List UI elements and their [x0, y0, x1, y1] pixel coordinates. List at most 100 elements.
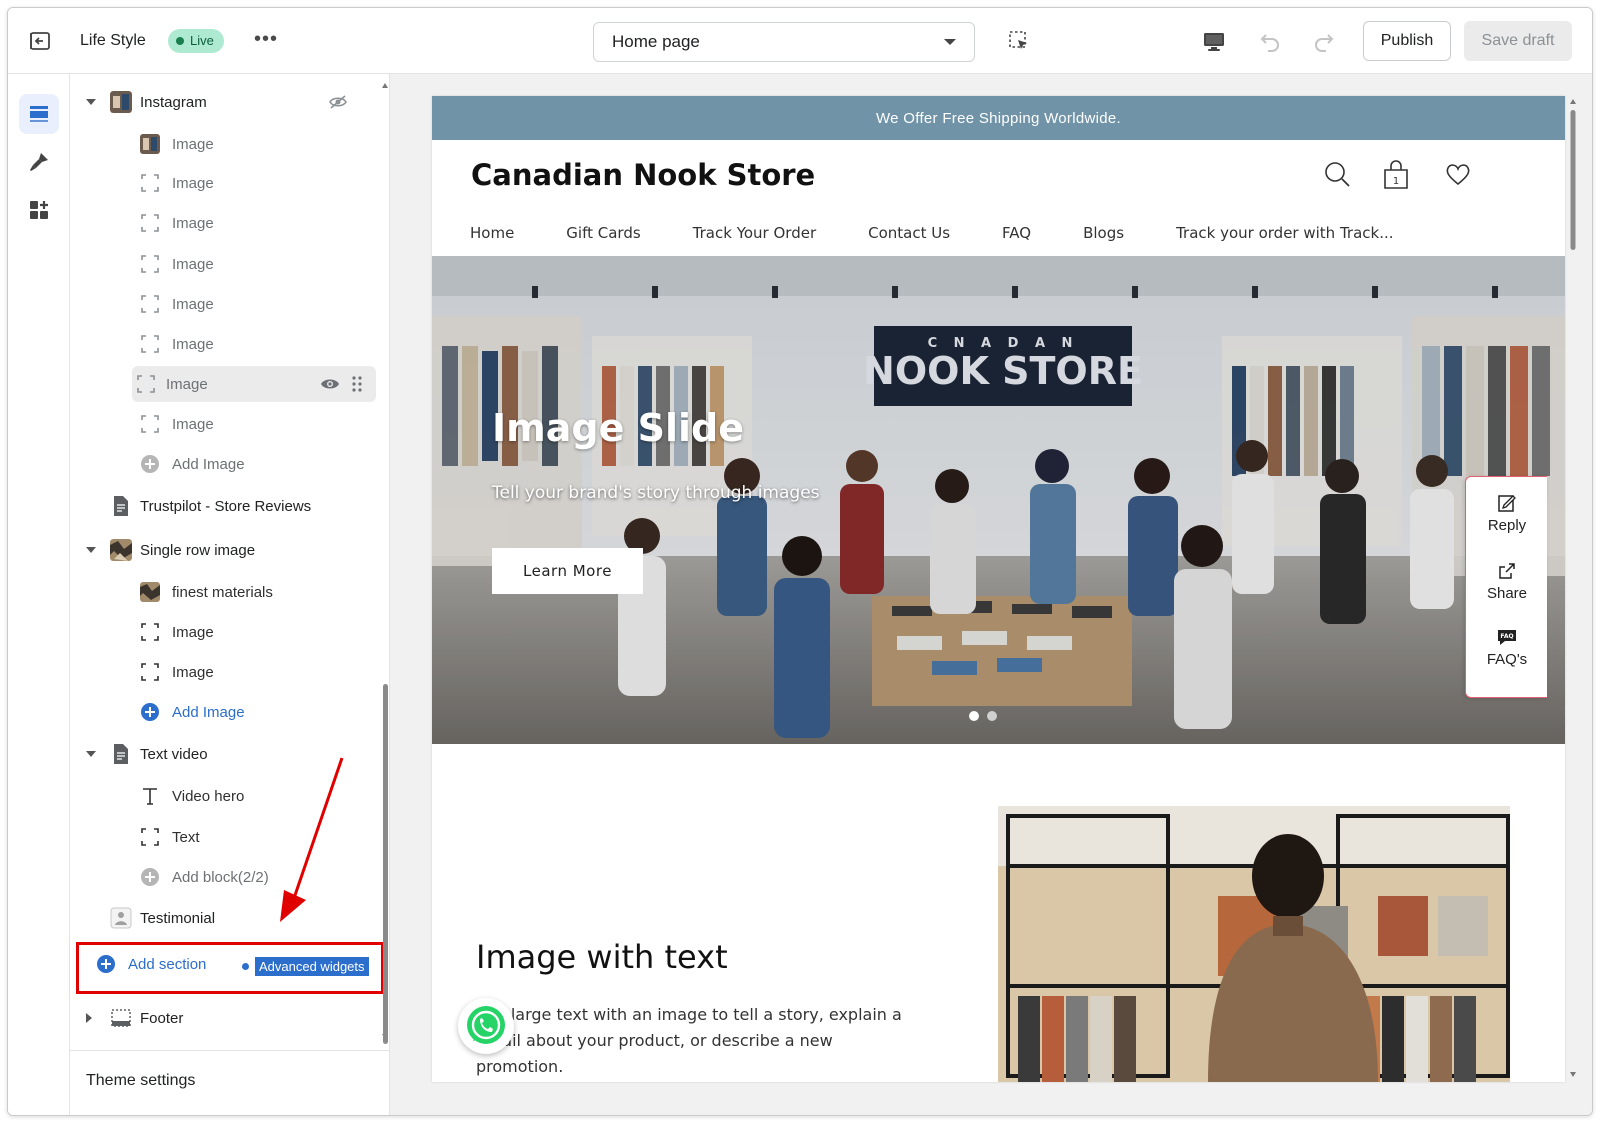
text-type-icon [143, 788, 157, 805]
block-image[interactable]: Image [78, 654, 378, 690]
slide-dot-active[interactable] [969, 711, 979, 721]
add-block-label: Add block(2/2) [172, 868, 269, 886]
block-image-hovered[interactable]: Image [132, 366, 376, 402]
nav-blogs[interactable]: Blogs [1083, 224, 1124, 242]
search-icon[interactable] [1323, 160, 1351, 190]
hero-title: Image Slide [492, 406, 744, 450]
divider [70, 1050, 390, 1051]
slide-dot[interactable] [987, 711, 997, 721]
image-block-icon [141, 663, 159, 681]
section-trustpilot[interactable]: Trustpilot - Store Reviews [78, 488, 378, 524]
add-image-label: Add Image [172, 703, 245, 721]
block-image[interactable]: Image [78, 406, 378, 442]
add-section-button[interactable]: Add section [96, 954, 206, 974]
block-label: Image [172, 415, 214, 433]
block-finest-materials[interactable]: finest materials [78, 574, 378, 610]
block-label: Image [172, 214, 214, 232]
block-label: finest materials [172, 583, 273, 601]
add-image-label: Add Image [172, 455, 245, 473]
block-image[interactable]: Image [78, 286, 378, 322]
block-label: Image [172, 623, 214, 641]
more-icon[interactable]: ••• [254, 28, 278, 51]
floating-action-panel: Reply Share FAQ FAQ's [1465, 476, 1547, 698]
add-circle-icon [141, 455, 159, 473]
image-block-icon [141, 174, 159, 192]
block-image[interactable]: Image [78, 326, 378, 362]
theme-settings-link[interactable]: Theme settings [86, 1072, 195, 1090]
nav-faq[interactable]: FAQ [1002, 224, 1031, 242]
whatsapp-button[interactable] [458, 998, 514, 1054]
announcement-bar: We Offer Free Shipping Worldwide. [432, 96, 1565, 140]
reply-button[interactable]: Reply [1466, 493, 1548, 534]
expand-arrow-icon[interactable] [86, 1013, 92, 1023]
sidebar-scroll-thumb[interactable] [383, 684, 388, 1044]
nav-home[interactable]: Home [470, 224, 514, 242]
nav-track-order[interactable]: Track Your Order [693, 224, 816, 242]
annotation-arrow [280, 757, 344, 922]
cart-icon[interactable]: 1 [1382, 160, 1410, 190]
select-element-icon[interactable] [1008, 30, 1030, 52]
add-image-button[interactable]: Add Image [78, 446, 378, 482]
section-footer[interactable]: Footer [78, 1000, 378, 1036]
desktop-icon[interactable] [1202, 30, 1226, 54]
advanced-widgets-tag[interactable]: Advanced widgets [242, 957, 369, 976]
preview-scrollbar[interactable] [1568, 96, 1578, 1082]
block-label: Image [166, 375, 208, 393]
store-name: Life Style [80, 32, 146, 49]
faq-button[interactable]: FAQ FAQ's [1466, 627, 1548, 668]
sections-sidebar: Instagram Image Image Image Image Image [70, 74, 390, 1115]
single-row-thumbnail [110, 539, 132, 561]
image-block-icon [137, 375, 155, 393]
exit-icon[interactable] [28, 30, 52, 52]
image-block-icon [141, 623, 159, 641]
hidden-eye-icon[interactable] [328, 94, 348, 110]
collapse-arrow-icon[interactable] [86, 751, 96, 757]
section-instagram[interactable]: Instagram [78, 84, 378, 120]
instagram-thumbnail [110, 91, 132, 113]
block-image[interactable]: Image [78, 246, 378, 282]
store-title[interactable]: Canadian Nook Store [471, 158, 815, 192]
block-image[interactable]: Image [78, 165, 378, 201]
add-circle-icon [141, 703, 159, 721]
hero-slideshow[interactable]: C N A D A N NOOK STORE Image Slide Tell … [432, 256, 1565, 744]
learn-more-button[interactable]: Learn More [492, 548, 643, 594]
bullet-dot [242, 963, 249, 970]
page-selector-value: Home page [612, 32, 700, 51]
reply-label: Reply [1487, 517, 1527, 534]
save-draft-button[interactable]: Save draft [1464, 21, 1572, 61]
block-label: Image [172, 663, 214, 681]
section-single-row-image[interactable]: Single row image [78, 532, 378, 568]
image-block-icon [141, 828, 159, 846]
page-selector[interactable]: Home page [593, 22, 975, 62]
nav-contact[interactable]: Contact Us [868, 224, 950, 242]
block-image[interactable]: Image [78, 126, 378, 162]
section-label: Testimonial [140, 909, 216, 927]
wishlist-heart-icon[interactable] [1444, 160, 1472, 190]
block-image[interactable]: Image [78, 205, 378, 241]
share-button[interactable]: Share [1466, 561, 1548, 602]
redo-icon[interactable] [1312, 30, 1336, 54]
add-circle-icon [141, 868, 159, 886]
undo-icon[interactable] [1258, 30, 1282, 54]
image-with-text-image [998, 806, 1510, 1082]
nav-gift-cards[interactable]: Gift Cards [566, 224, 640, 242]
main-nav: Home Gift Cards Track Your Order Contact… [470, 224, 1394, 242]
apps-icon[interactable] [19, 190, 59, 230]
block-label: Image [172, 295, 214, 313]
preview-canvas: We Offer Free Shipping Worldwide. Canadi… [390, 74, 1592, 1115]
visibility-eye-icon[interactable] [320, 377, 340, 391]
theme-brush-icon[interactable] [19, 142, 59, 182]
collapse-arrow-icon[interactable] [86, 547, 96, 553]
image-with-text-title: Image with text [476, 938, 728, 976]
advanced-widgets-label: Advanced widgets [255, 957, 369, 976]
footer-icon [111, 1009, 131, 1027]
whatsapp-icon [467, 1006, 505, 1044]
collapse-arrow-icon[interactable] [86, 99, 96, 105]
sections-icon[interactable] [19, 94, 59, 134]
live-label: Live [190, 33, 214, 48]
add-image-button[interactable]: Add Image [78, 694, 378, 730]
nav-track-with[interactable]: Track your order with Track... [1176, 224, 1393, 242]
publish-button[interactable]: Publish [1363, 21, 1451, 61]
drag-handle-icon[interactable] [352, 375, 362, 393]
block-image[interactable]: Image [78, 614, 378, 650]
